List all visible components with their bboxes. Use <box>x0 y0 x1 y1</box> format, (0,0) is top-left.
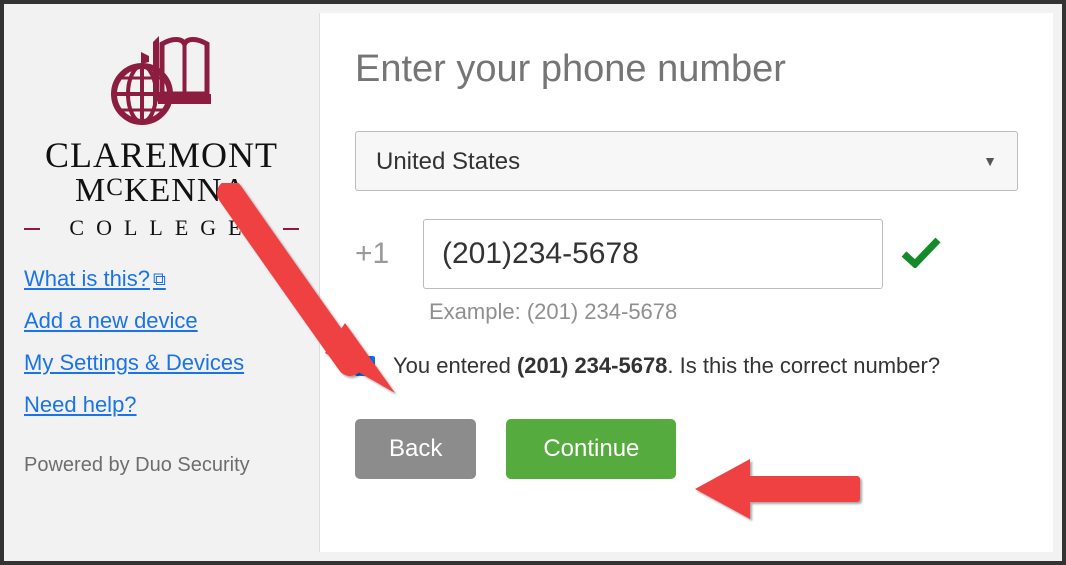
brand-line-1: CLAREMONT <box>24 137 299 173</box>
phone-input[interactable] <box>423 219 883 289</box>
continue-button[interactable]: Continue <box>506 419 676 479</box>
chevron-down-icon: ▼ <box>983 131 997 191</box>
sidebar-links: What is this?⧉ Add a new device My Setti… <box>24 266 299 434</box>
book-globe-icon <box>107 34 217 129</box>
external-link-icon: ⧉ <box>153 269 166 289</box>
country-select-value: United States <box>376 148 520 175</box>
checkmark-icon <box>901 236 941 273</box>
powered-by-text: Powered by Duo Security <box>24 454 299 477</box>
link-add-device[interactable]: Add a new device <box>24 308 198 334</box>
brand-logo: CLAREMONT MCKENNA COLLEGE <box>24 34 299 241</box>
sidebar: CLAREMONT MCKENNA COLLEGE What is this?⧉… <box>4 4 319 561</box>
country-code-label: +1 <box>355 237 405 271</box>
main-panel: Enter your phone number United States ▼ … <box>319 13 1053 552</box>
phone-example-text: Example: (201) 234-5678 <box>429 299 1018 325</box>
country-select[interactable]: United States ▼ <box>355 131 1018 191</box>
brand-line-3: COLLEGE <box>24 215 299 241</box>
confirm-text: You entered (201) 234-5678. Is this the … <box>393 353 940 379</box>
link-settings-devices[interactable]: My Settings & Devices <box>24 350 244 376</box>
link-what-is-this[interactable]: What is this?⧉ <box>24 266 166 292</box>
page-heading: Enter your phone number <box>355 48 1018 91</box>
link-need-help[interactable]: Need help? <box>24 392 137 418</box>
back-button[interactable]: Back <box>355 419 476 479</box>
confirm-checkbox[interactable] <box>355 356 375 376</box>
brand-line-2: MCKENNA <box>24 173 299 209</box>
